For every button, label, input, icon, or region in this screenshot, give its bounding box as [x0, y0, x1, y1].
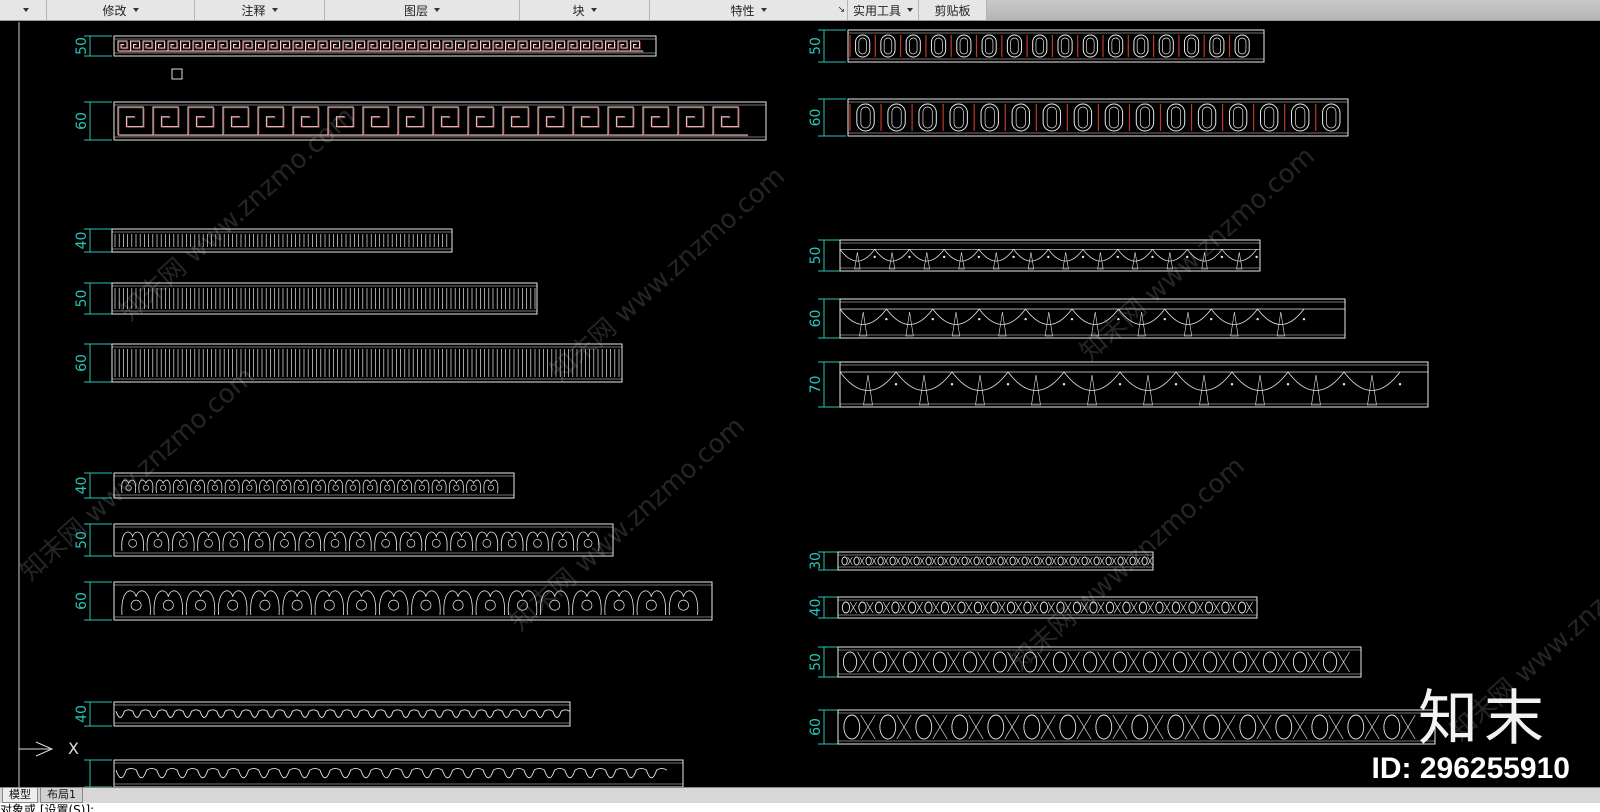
panel-expander-icon[interactable]: ↘	[837, 5, 845, 15]
tab-layout1[interactable]: 布局1	[40, 788, 83, 803]
dimension-label: 60	[808, 718, 824, 736]
ribbon-panel-label: 剪贴板	[934, 3, 971, 18]
molding-profile[interactable]: 60	[74, 101, 767, 141]
ribbon-panel-label: 实用工具	[852, 3, 901, 18]
pickbox-cursor-icon	[171, 68, 183, 80]
dropdown-caret-icon	[590, 8, 597, 12]
molding-profile[interactable]: 60	[808, 709, 1436, 745]
watermark-text: 知末网 www.znzmo.com	[15, 361, 261, 587]
molding-profile[interactable]: 50	[74, 523, 614, 557]
molding-profile[interactable]	[84, 759, 684, 787]
dropdown-caret-icon	[760, 8, 767, 12]
ribbon-panel-modify[interactable]: 修改	[47, 0, 195, 20]
molding-profile[interactable]: 60	[74, 581, 713, 621]
dimension-label: 50	[808, 247, 824, 265]
left-molding-column: 50 60 40 50 60 40 50 60 40	[74, 35, 767, 787]
dimension-label: 50	[74, 531, 90, 549]
dropdown-caret-icon	[271, 8, 278, 12]
tab-model[interactable]: 模型	[2, 788, 38, 803]
ribbon-panel-label: 修改	[102, 3, 127, 18]
dimension-label: 50	[74, 37, 90, 55]
molding-profile[interactable]: 60	[74, 343, 623, 383]
ribbon-panel-properties[interactable]: 特性 ↘	[650, 0, 848, 20]
dimension-label: 50	[74, 290, 90, 308]
ribbon-panel-clipboard[interactable]: 剪贴板	[919, 0, 987, 20]
dimension-label: 40	[74, 705, 90, 723]
molding-profile[interactable]: 60	[808, 98, 1349, 137]
ribbon-empty-area	[987, 0, 1600, 20]
molding-profile[interactable]: 60	[808, 298, 1346, 339]
dropdown-caret-icon	[907, 8, 913, 12]
drawing-canvas[interactable]: 知末网 www.znzmo.com 知末网 www.znzmo.com 知末网 ww…	[0, 22, 1600, 787]
dimension-label: 60	[808, 109, 824, 127]
ucs-icon: X	[19, 739, 79, 758]
dimension-label: 40	[808, 599, 824, 617]
dimension-label: 40	[74, 232, 90, 250]
dimension-label: 60	[808, 310, 824, 328]
ribbon-panel-label: 图层	[403, 3, 428, 18]
molding-profile[interactable]: 30	[808, 551, 1154, 571]
ribbon-panel-label: 特性	[730, 3, 755, 18]
ribbon-panel-block[interactable]: 块	[520, 0, 650, 20]
dropdown-caret-icon	[132, 8, 139, 12]
ribbon-panel-label: 块	[572, 3, 585, 18]
molding-profile[interactable]: 40	[808, 596, 1258, 619]
dimension-label: 40	[74, 477, 90, 495]
ribbon-panel-utilities[interactable]: 实用工具	[848, 0, 919, 20]
ucs-x-label: X	[68, 739, 79, 758]
dimension-label: 50	[808, 37, 824, 55]
ribbon-panel-label: 注释	[241, 3, 266, 18]
right-molding-column: 50 60 50 60 70 30 40 50 60	[808, 29, 1436, 745]
molding-profile[interactable]: 50	[808, 29, 1265, 63]
watermark-layer: 知末网 www.znzmo.com 知末网 www.znzmo.com 知末网 ww…	[15, 101, 1600, 747]
dimension-label: 60	[74, 354, 90, 372]
brand-id-text: ID: 296255910	[1371, 752, 1571, 785]
molding-profile[interactable]: 70	[808, 361, 1429, 408]
dimension-label: 60	[74, 112, 90, 130]
molding-profile[interactable]: 40	[74, 228, 453, 253]
dimension-label: 70	[808, 376, 824, 394]
brand-logo: 知末	[1418, 684, 1550, 754]
molding-profile[interactable]: 50	[808, 646, 1362, 678]
command-line-text: 对象或 [设置(S)]:	[0, 803, 95, 812]
molding-profile[interactable]: 40	[74, 701, 571, 727]
ribbon-panel-annotate[interactable]: 注释	[195, 0, 325, 20]
dropdown-caret-icon	[23, 8, 29, 12]
dimension-label: 60	[74, 592, 90, 610]
dropdown-caret-icon	[434, 8, 440, 12]
command-line[interactable]: 对象或 [设置(S)]:	[0, 803, 1600, 812]
dimension-label: 50	[808, 653, 824, 671]
ribbon-panel-partial[interactable]	[0, 0, 47, 20]
dimension-label: 30	[808, 552, 824, 570]
ribbon-toolbar: 修改 注释 图层 块 特性 ↘ 实用工具 剪贴板	[0, 0, 1600, 21]
layout-tab-bar: 模型 布局1	[0, 787, 1600, 803]
ribbon-panel-layers[interactable]: 图层	[325, 0, 520, 20]
molding-profile[interactable]: 50	[74, 35, 657, 57]
